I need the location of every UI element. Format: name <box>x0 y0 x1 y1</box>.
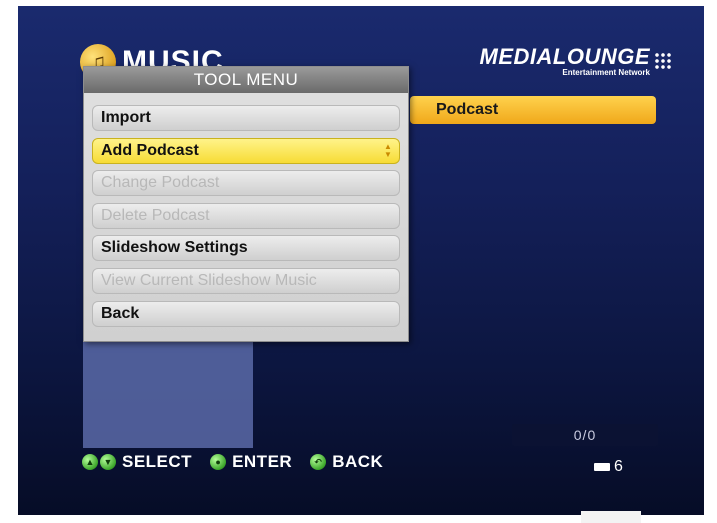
menu-item-label: Back <box>101 304 140 322</box>
up-button-icon: ▲ <box>82 454 98 470</box>
brand-grid-icon <box>654 52 672 70</box>
tv-screen: ♫ MUSIC MEDIALOUNGE Entertainment Networ… <box>18 6 704 518</box>
screen-notch <box>581 511 641 523</box>
tool-menu-header: TOOL MENU <box>84 67 408 93</box>
up-down-arrows-icon: ▲ ▼ <box>384 141 392 159</box>
back-label: BACK <box>332 452 384 471</box>
menu-item-label: View Current Slideshow Music <box>101 271 317 289</box>
list-item-label: Podcast <box>436 101 499 118</box>
enter-label: ENTER <box>232 452 293 471</box>
down-button-icon: ▼ <box>100 454 116 470</box>
remote-control-hints: ▲ ▼ SELECT ● ENTER ↶ BACK <box>82 452 393 472</box>
back-hint: ↶ BACK <box>310 452 383 472</box>
menu-item-label: Import <box>101 109 151 126</box>
brand-name: MEDIALOUNGE <box>479 44 650 69</box>
tool-menu: TOOL MENU Import Add Podcast ▲ ▼ Change P… <box>83 66 409 342</box>
menu-item-label: Change Podcast <box>101 174 220 192</box>
brand-logo: MEDIALOUNGE Entertainment Network <box>479 44 672 78</box>
menu-item-change-podcast: Change Podcast <box>92 170 400 197</box>
menu-item-delete-podcast: Delete Podcast <box>92 202 400 229</box>
menu-item-label: Delete Podcast <box>101 206 210 224</box>
menu-item-label: Slideshow Settings <box>101 239 248 257</box>
tool-menu-items: Import Add Podcast ▲ ▼ Change Podcast Del… <box>84 93 408 327</box>
brand-subtitle: Entertainment Network <box>562 68 650 77</box>
menu-item-label: Add Podcast <box>101 141 199 159</box>
select-label: SELECT <box>122 452 193 471</box>
back-button-icon: ↶ <box>310 454 327 470</box>
item-counter: 0/0 <box>512 424 658 446</box>
enter-hint: ● ENTER <box>210 452 292 472</box>
menu-item-view-slideshow-music: View Current Slideshow Music <box>92 267 400 294</box>
menu-item-import[interactable]: Import <box>92 105 400 131</box>
status-indicator: 6 <box>594 458 623 476</box>
menu-item-add-podcast[interactable]: Add Podcast ▲ ▼ <box>92 137 400 164</box>
tool-menu-title: TOOL MENU <box>193 70 299 89</box>
status-value: 6 <box>614 458 623 475</box>
enter-button-icon: ● <box>210 454 227 470</box>
battery-icon <box>594 463 610 471</box>
select-hint: ▲ ▼ SELECT <box>82 452 192 472</box>
menu-item-slideshow-settings[interactable]: Slideshow Settings <box>92 235 400 262</box>
list-item-podcast[interactable]: Podcast <box>410 96 656 124</box>
menu-item-back[interactable]: Back <box>92 300 400 327</box>
counter-value: 0/0 <box>573 427 597 443</box>
